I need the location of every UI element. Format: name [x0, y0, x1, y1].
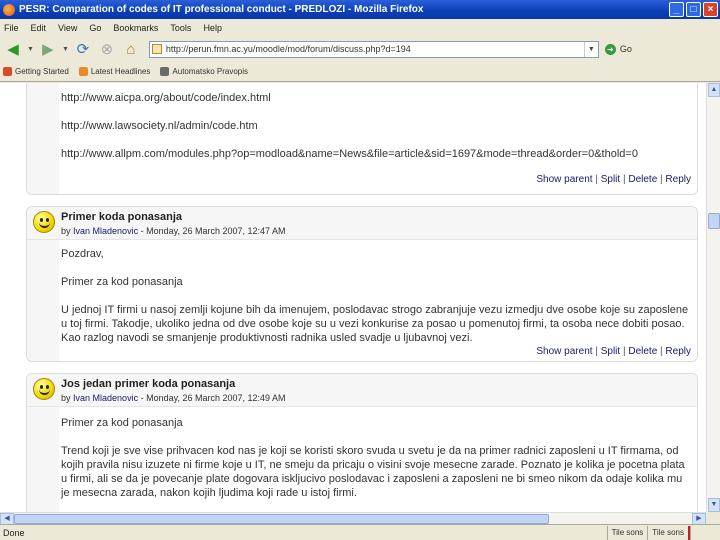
page-viewport: http://www.aicpa.org/about/code/index.ht… — [0, 83, 706, 512]
menu-help[interactable]: Help — [203, 23, 222, 33]
firefox-icon — [3, 3, 15, 16]
status-bar: Done Tile sons Tile sons — [0, 524, 720, 540]
vertical-scrollbar[interactable]: ▲ ▼ — [706, 83, 720, 512]
go-arrow-icon: ➜ — [604, 43, 616, 55]
bookmark-latest-headlines[interactable]: Latest Headlines — [78, 67, 151, 76]
delete-link[interactable]: Delete — [628, 174, 657, 185]
status-panel: Tile sons — [606, 525, 648, 540]
show-parent-link[interactable]: Show parent — [536, 174, 592, 185]
forum-post: http://www.aicpa.org/about/code/index.ht… — [26, 83, 698, 195]
go-button[interactable]: ➜ Go — [604, 43, 632, 55]
post-paragraph: U jednoj IT firmi u nasoj zemlji kojune … — [61, 304, 689, 344]
author-name-link[interactable]: Ivan Mladenovic — [73, 393, 138, 403]
separator: | — [660, 346, 663, 357]
window-controls: _ □ × — [669, 2, 718, 17]
menu-go[interactable]: Go — [89, 23, 101, 33]
forward-arrow-icon[interactable]: ▶ — [38, 39, 58, 59]
post-commands: Show parent | Split | Delete | Reply — [536, 346, 691, 357]
separator: | — [595, 346, 598, 357]
navigation-toolbar: ◀ ▼ ▶ ▼ ⟳ ⊗ ⌂ ▼ ➜ Go — [0, 36, 720, 62]
post-paragraph: Primer za kod ponasanja — [61, 417, 183, 429]
post-date: - Monday, 26 March 2007, 12:47 AM — [140, 226, 286, 236]
back-history-dropdown-icon[interactable]: ▼ — [27, 46, 34, 53]
menu-bar: File Edit View Go Bookmarks Tools Help — [0, 19, 720, 36]
post-link[interactable]: http://www.aicpa.org/about/code/index.ht… — [61, 92, 271, 104]
post-link[interactable]: http://www.allpm.com/modules.php?op=modl… — [61, 148, 638, 160]
post-sidebar — [27, 407, 59, 512]
getting-started-icon — [3, 67, 12, 76]
author-name-link[interactable]: Ivan Mladenovic — [73, 226, 138, 236]
menu-tools[interactable]: Tools — [170, 23, 191, 33]
reload-icon[interactable]: ⟳ — [73, 39, 93, 59]
delete-link[interactable]: Delete — [628, 346, 657, 357]
bookmark-getting-started[interactable]: Getting Started — [3, 67, 69, 76]
post-subject: Primer koda ponasanja — [61, 211, 183, 223]
by-label: by — [61, 393, 71, 403]
separator: | — [622, 346, 626, 357]
close-button[interactable]: × — [703, 2, 718, 17]
post-paragraph: Pozdrav, — [61, 248, 104, 260]
forward-history-dropdown-icon[interactable]: ▼ — [62, 46, 69, 53]
horizontal-scrollbar-thumb[interactable] — [14, 514, 549, 524]
separator: | — [595, 174, 598, 185]
maximize-button[interactable]: □ — [686, 2, 701, 17]
reply-link[interactable]: Reply — [665, 346, 691, 357]
rss-icon — [78, 67, 88, 76]
post-paragraph: Primer za kod ponasanja — [61, 276, 183, 288]
reply-link[interactable]: Reply — [665, 174, 691, 185]
url-history-dropdown-icon[interactable]: ▼ — [583, 41, 598, 57]
post-sidebar — [27, 240, 59, 361]
stop-icon[interactable]: ⊗ — [97, 39, 117, 59]
post-author-line: by Ivan Mladenovic - Monday, 26 March 20… — [61, 226, 286, 236]
status-text: Done — [3, 527, 25, 538]
split-link[interactable]: Split — [601, 174, 620, 185]
bookmark-icon — [160, 67, 170, 76]
home-icon[interactable]: ⌂ — [121, 39, 141, 59]
post-content: Primer za kod ponasanja Trend koji je sv… — [61, 416, 691, 500]
post-sidebar — [27, 83, 59, 194]
show-parent-link[interactable]: Show parent — [536, 346, 592, 357]
scroll-up-arrow-icon[interactable]: ▲ — [708, 83, 720, 97]
split-link[interactable]: Split — [601, 346, 620, 357]
address-bar[interactable]: ▼ — [148, 40, 599, 58]
post-date: - Monday, 26 March 2007, 12:49 AM — [140, 393, 286, 403]
go-label: Go — [619, 44, 632, 54]
status-panel-empty — [690, 525, 720, 540]
status-panel: Tile sons — [647, 525, 690, 540]
window-title: PESR: Comparation of codes of IT profess… — [19, 4, 424, 15]
forum-post: Jos jedan primer koda ponasanja by Ivan … — [26, 373, 698, 512]
user-avatar-smiley-icon[interactable] — [33, 378, 55, 400]
horizontal-scrollbar[interactable]: ◀ ▶ — [0, 512, 706, 525]
menu-edit[interactable]: Edit — [31, 23, 47, 33]
window-titlebar: PESR: Comparation of codes of IT profess… — [0, 0, 720, 19]
forum-post: Primer koda ponasanja by Ivan Mladenovic… — [26, 206, 698, 362]
bookmarks-toolbar: Getting Started Latest Headlines Automat… — [0, 62, 720, 82]
url-input[interactable] — [165, 44, 584, 54]
bookmark-automatsko-pravopis[interactable]: Automatsko Pravopis — [160, 67, 248, 76]
scroll-down-arrow-icon[interactable]: ▼ — [708, 498, 720, 512]
post-link[interactable]: http://www.lawsociety.nl/admin/code.htm — [61, 120, 258, 132]
user-avatar-smiley-icon[interactable] — [33, 211, 55, 233]
by-label: by — [61, 226, 71, 236]
post-author-line: by Ivan Mladenovic - Monday, 26 March 20… — [61, 393, 286, 403]
bookmark-label: Latest Headlines — [90, 67, 151, 76]
post-subject: Jos jedan primer koda ponasanja — [61, 378, 236, 390]
scrollbar-thumb[interactable] — [708, 213, 720, 229]
minimize-button[interactable]: _ — [669, 2, 684, 17]
page-favicon-icon — [151, 44, 162, 54]
back-arrow-icon[interactable]: ◀ — [3, 39, 23, 59]
menu-view[interactable]: View — [58, 23, 77, 33]
bookmark-label: Automatsko Pravopis — [172, 67, 248, 76]
bookmark-label: Getting Started — [15, 67, 69, 76]
post-paragraph: Trend koji je sve vise prihvacen kod nas… — [61, 445, 685, 499]
menu-file[interactable]: File — [4, 23, 19, 33]
separator: | — [660, 174, 663, 185]
menu-bookmarks[interactable]: Bookmarks — [113, 23, 158, 33]
post-content: Pozdrav, Primer za kod ponasanja U jedno… — [61, 247, 691, 345]
post-commands: Show parent | Split | Delete | Reply — [536, 174, 691, 185]
separator: | — [622, 174, 626, 185]
